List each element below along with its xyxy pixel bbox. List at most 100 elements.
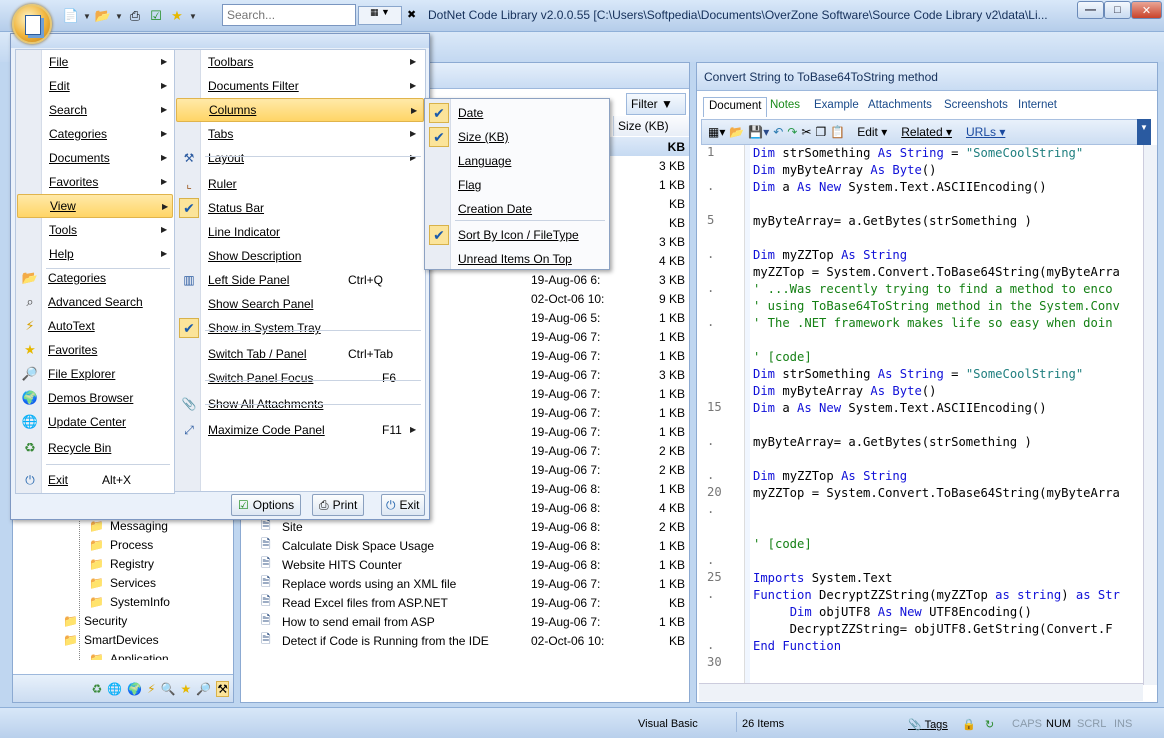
- close-window-button[interactable]: ✕: [1131, 1, 1162, 19]
- menu-item-autotext[interactable]: ⚡ AutoText: [17, 314, 173, 338]
- globe-icon[interactable]: 🌍: [127, 682, 142, 696]
- app-orb-button[interactable]: [12, 4, 52, 44]
- tags-button[interactable]: 📎 Tags: [908, 718, 948, 731]
- filter-button[interactable]: Filter ▼: [626, 93, 686, 115]
- tree-item[interactable]: 📁 Registry: [89, 554, 154, 573]
- print-icon[interactable]: ⎙: [126, 7, 144, 25]
- table-row[interactable]: 🗎 Replace words using an XML file 19-Aug-0…: [241, 574, 689, 593]
- view-menu-item-show-in-system-tray[interactable]: ✔ Show in System Tray: [176, 316, 424, 340]
- menu-item-tools[interactable]: Tools ▶: [17, 218, 173, 242]
- view-menu-item-maximize-code-panel[interactable]: ⤢ Maximize Code Panel F11 ▶: [176, 418, 424, 442]
- menu-item-documents[interactable]: Documents ▶: [17, 146, 173, 170]
- view-menu-item-show-search-panel[interactable]: Show Search Panel: [176, 292, 424, 316]
- menu-item-help[interactable]: Help ▶: [17, 242, 173, 266]
- file-explorer-icon[interactable]: 🔎: [196, 682, 211, 696]
- code-vertical-scrollbar[interactable]: [1143, 145, 1157, 685]
- columns-menu-item-creation-date[interactable]: Creation Date: [426, 197, 608, 221]
- view-menu-item-switch-tab-panel[interactable]: Switch Tab / Panel Ctrl+Tab: [176, 342, 424, 366]
- columns-menu-item-flag[interactable]: Flag: [426, 173, 608, 197]
- close-search-icon[interactable]: ✖: [407, 8, 416, 21]
- menu-item-search[interactable]: Search ▶: [17, 98, 173, 122]
- minimize-button[interactable]: —: [1077, 1, 1104, 19]
- options-check-icon[interactable]: ☑: [147, 7, 165, 25]
- related-menu-button[interactable]: Related ▾: [901, 125, 952, 139]
- table-row[interactable]: 🗎 How to send email from ASP 19-Aug-06 7: 1…: [241, 612, 689, 631]
- magnifier-icon[interactable]: 🔍: [161, 682, 176, 696]
- columns-menu-item-date[interactable]: ✔ Date: [426, 101, 608, 125]
- recycle-bin-icon[interactable]: ♻: [91, 682, 102, 696]
- menu-item-exit[interactable]: ⏻ Exit Alt+X: [17, 468, 173, 492]
- tab-internet[interactable]: Internet: [1013, 97, 1062, 117]
- menu-item-favorites[interactable]: Favorites ▶: [17, 170, 173, 194]
- tab-document[interactable]: Document: [703, 97, 768, 117]
- view-menu-item-columns[interactable]: Columns ▶: [176, 98, 424, 122]
- cut-icon[interactable]: ✂: [801, 125, 811, 139]
- size-column-header[interactable]: Size (KB): [613, 116, 689, 136]
- search-options-button[interactable]: ▦ ▼: [358, 6, 402, 25]
- table-row[interactable]: 🗎 Calculate Disk Space Usage 19-Aug-06 8: 1…: [241, 536, 689, 555]
- tools-icon[interactable]: ⚒: [216, 680, 229, 697]
- tree-item[interactable]: 📁 Security: [63, 611, 127, 630]
- tab-attachments[interactable]: Attachments: [863, 97, 937, 117]
- tab-screenshots[interactable]: Screenshots: [939, 97, 1013, 117]
- exit-button[interactable]: ⏻ Exit: [381, 494, 425, 516]
- chevron-down-icon[interactable]: ▼: [189, 12, 197, 21]
- menu-item-edit[interactable]: Edit ▶: [17, 74, 173, 98]
- columns-menu-item-unread-items-on-top[interactable]: Unread Items On Top: [426, 247, 608, 271]
- menu-item-advanced-search[interactable]: ⌕ Advanced Search: [17, 290, 173, 314]
- view-menu-item-tabs[interactable]: Tabs ▶: [176, 122, 424, 146]
- lightning-icon[interactable]: ⚡: [147, 682, 155, 696]
- edit-menu-button[interactable]: Edit ▾: [857, 125, 887, 139]
- columns-menu-item-language[interactable]: Language: [426, 149, 608, 173]
- options-button[interactable]: ☑ Options: [231, 494, 302, 516]
- search-input[interactable]: [222, 4, 356, 26]
- columns-menu-item-size-kb-[interactable]: ✔ Size (KB): [426, 125, 608, 149]
- code-horizontal-scrollbar[interactable]: [699, 683, 1143, 701]
- tab-example[interactable]: Example: [809, 97, 864, 117]
- table-row[interactable]: 🗎 Read Excel files from ASP.NET 19-Aug-06 …: [241, 593, 689, 612]
- menu-item-recycle-bin[interactable]: ♻ Recycle Bin: [17, 436, 173, 460]
- tree-item[interactable]: 📁 Process: [89, 535, 153, 554]
- table-row[interactable]: 🗎 Website HITS Counter 19-Aug-06 8: 1 KB: [241, 555, 689, 574]
- menu-item-favorites[interactable]: ★ Favorites: [17, 338, 173, 362]
- view-mode-icon[interactable]: ▦▾: [708, 125, 725, 139]
- view-menu-item-ruler[interactable]: ⌞ Ruler: [176, 172, 424, 196]
- urls-menu-button[interactable]: URLs ▾: [966, 125, 1005, 139]
- tree-item[interactable]: 📁 SystemInfo: [89, 592, 170, 611]
- view-menu-item-switch-panel-focus[interactable]: Switch Panel Focus F6: [176, 366, 424, 390]
- table-row[interactable]: 🗎 Detect if Code is Running from the IDE 0…: [241, 631, 689, 650]
- open-folder-icon[interactable]: 📂: [729, 125, 744, 139]
- menu-item-update-center[interactable]: 🌐 Update Center: [17, 410, 173, 434]
- tree-item[interactable]: 📁 Services: [89, 573, 156, 592]
- tree-item[interactable]: 📁 Application: [89, 649, 169, 661]
- lock-icon[interactable]: 🔒: [962, 718, 976, 731]
- code-toolbar-overflow-icon[interactable]: ▼: [1137, 119, 1151, 145]
- print-button[interactable]: ⎙ Print: [312, 494, 365, 516]
- new-document-icon[interactable]: 📄: [62, 7, 80, 25]
- menu-item-file-explorer[interactable]: 🔎 File Explorer: [17, 362, 173, 386]
- refresh-icon[interactable]: ↻: [985, 718, 994, 731]
- code-editor[interactable]: Dim strSomething As String = "SomeCoolSt…: [753, 145, 1145, 685]
- menu-item-categories[interactable]: 📂 Categories: [17, 266, 173, 290]
- menu-item-file[interactable]: File ▶: [17, 50, 173, 74]
- chevron-down-icon[interactable]: ▼: [115, 12, 123, 21]
- menu-item-categories[interactable]: Categories ▶: [17, 122, 173, 146]
- view-menu-item-show-description[interactable]: Show Description: [176, 244, 424, 268]
- save-icon[interactable]: 💾▾: [748, 125, 769, 139]
- columns-menu-item-sort-by-icon-filetype[interactable]: ✔ Sort By Icon / FileType: [426, 223, 608, 247]
- paste-icon[interactable]: 📋: [830, 125, 845, 139]
- update-globe-icon[interactable]: 🌐: [107, 682, 122, 696]
- favorites-star-icon[interactable]: ★: [168, 7, 186, 25]
- view-menu-item-left-side-panel[interactable]: ▥ Left Side Panel Ctrl+Q: [176, 268, 424, 292]
- maximize-button[interactable]: □: [1104, 1, 1131, 19]
- tree-item[interactable]: 📁 SmartDevices: [63, 630, 159, 649]
- open-folder-icon[interactable]: 📂: [94, 7, 112, 25]
- copy-icon[interactable]: ❐: [815, 125, 826, 139]
- menu-item-view[interactable]: View ▶: [17, 194, 173, 218]
- view-menu-item-status-bar[interactable]: ✔ Status Bar: [176, 196, 424, 220]
- star-icon[interactable]: ★: [181, 682, 192, 696]
- redo-icon[interactable]: ↷: [787, 125, 797, 139]
- view-menu-item-toolbars[interactable]: Toolbars ▶: [176, 50, 424, 74]
- view-menu-item-line-indicator[interactable]: Line Indicator: [176, 220, 424, 244]
- menu-item-demos-browser[interactable]: 🌍 Demos Browser: [17, 386, 173, 410]
